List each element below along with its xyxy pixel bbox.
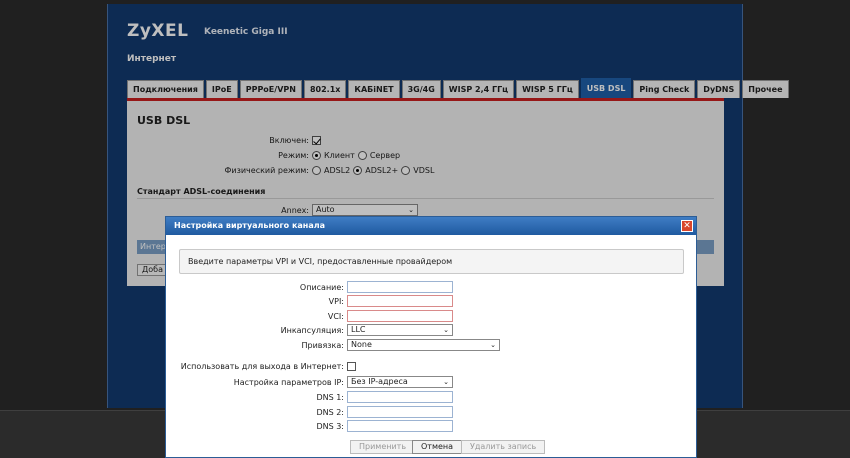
use-internet-label: Использовать для выхода в Интернет: xyxy=(180,362,344,371)
dns1-row: DNS 1: xyxy=(166,391,453,403)
ip-settings-row: Настройка параметров IP: Без IP-адреса ⌄ xyxy=(166,376,453,388)
dns1-input[interactable] xyxy=(347,391,453,403)
binding-row: Привязка: None ⌄ xyxy=(166,339,500,351)
dns2-input[interactable] xyxy=(347,406,453,418)
dns3-row: DNS 3: xyxy=(166,420,453,432)
vpi-input[interactable] xyxy=(347,295,453,307)
use-internet-checkbox[interactable] xyxy=(347,362,356,371)
description-input[interactable] xyxy=(347,281,453,293)
dialog-title: Настройка виртуального канала xyxy=(174,221,325,230)
delete-record-button[interactable]: Удалить запись xyxy=(461,440,546,454)
cancel-button[interactable]: Отмена xyxy=(412,440,463,454)
ip-settings-label: Настройка параметров IP: xyxy=(233,377,344,387)
binding-select[interactable]: None ⌄ xyxy=(347,339,500,351)
vci-input[interactable] xyxy=(347,310,453,322)
virtual-channel-dialog: Настройка виртуального канала ✕ Введите … xyxy=(165,216,697,458)
dns3-input[interactable] xyxy=(347,420,453,432)
dialog-title-bar: Настройка виртуального канала ✕ xyxy=(166,217,696,235)
chevron-down-icon: ⌄ xyxy=(443,378,449,386)
vpi-label: VPI: xyxy=(328,296,344,306)
close-icon[interactable]: ✕ xyxy=(681,220,693,232)
apply-button[interactable]: Применить xyxy=(350,440,416,454)
ip-settings-value: Без IP-адреса xyxy=(351,377,408,386)
vpi-row: VPI: xyxy=(166,295,453,307)
chevron-down-icon: ⌄ xyxy=(490,341,496,349)
description-label: Описание: xyxy=(299,282,344,292)
binding-label: Привязка: xyxy=(301,340,344,350)
dns2-label: DNS 2: xyxy=(316,407,344,417)
encap-row: Инкапсуляция: LLC ⌄ xyxy=(166,324,453,336)
ip-settings-select[interactable]: Без IP-адреса ⌄ xyxy=(347,376,453,388)
encap-value: LLC xyxy=(351,325,366,334)
info-box: Введите параметры VPI и VCI, предоставле… xyxy=(179,249,684,274)
description-row: Описание: xyxy=(166,281,453,293)
vci-label: VCI: xyxy=(327,311,344,321)
use-internet-row: Использовать для выхода в Интернет: xyxy=(166,362,356,371)
chevron-down-icon: ⌄ xyxy=(443,326,449,334)
vci-row: VCI: xyxy=(166,310,453,322)
binding-value: None xyxy=(351,340,372,349)
dns3-label: DNS 3: xyxy=(316,421,344,431)
encap-select[interactable]: LLC ⌄ xyxy=(347,324,453,336)
encap-label: Инкапсуляция: xyxy=(280,325,344,335)
dns1-label: DNS 1: xyxy=(316,392,344,402)
dns2-row: DNS 2: xyxy=(166,406,453,418)
